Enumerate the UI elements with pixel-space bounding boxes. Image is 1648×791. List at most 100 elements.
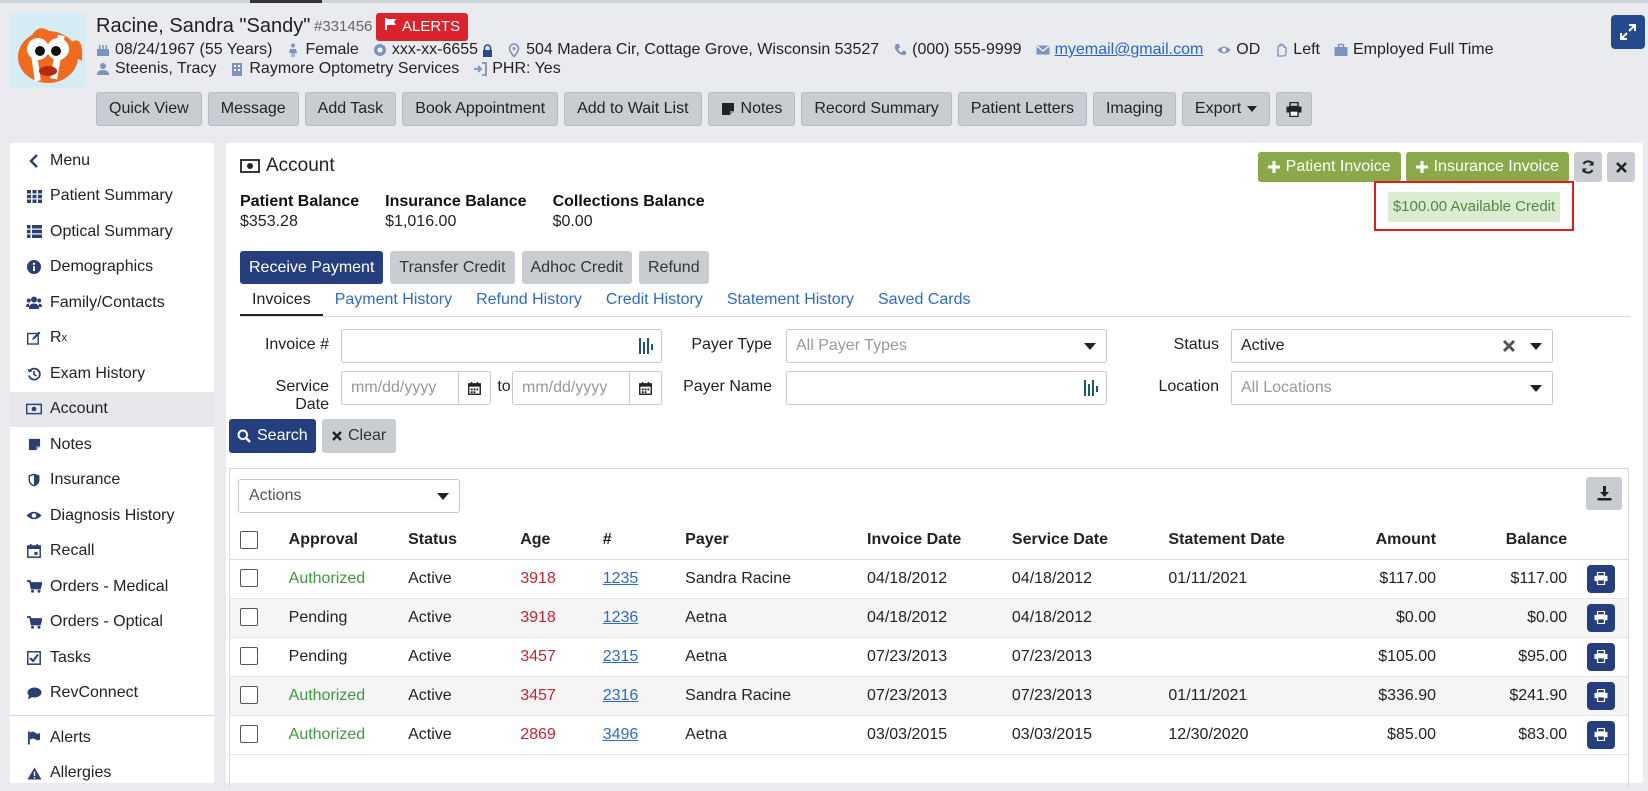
imaging-button[interactable]: Imaging	[1093, 92, 1176, 126]
payer-type-placeholder: All Payer Types	[796, 337, 907, 354]
sidebar-item-orders-optical[interactable]: Orders - Optical	[10, 605, 214, 641]
invoice-number-link[interactable]: 1235	[603, 570, 639, 587]
payer-type-select[interactable]: All Payer Types	[786, 329, 1107, 363]
export-dropdown[interactable]: Export	[1182, 92, 1270, 126]
invoice-number-link[interactable]: 3496	[603, 726, 639, 743]
amount-cell: $336.90	[1328, 676, 1446, 715]
receive-payment-button[interactable]: Receive Payment	[240, 251, 383, 284]
refresh-button[interactable]	[1574, 152, 1602, 182]
sidebar-item-optical-summary[interactable]: Optical Summary	[10, 214, 214, 250]
sidebar-item-demographics[interactable]: Demographics	[10, 250, 214, 286]
tab-statement-history[interactable]: Statement History	[715, 283, 866, 316]
record-summary-button[interactable]: Record Summary	[801, 92, 951, 126]
quick-view-button[interactable]: Quick View	[96, 92, 202, 126]
transfer-credit-button[interactable]: Transfer Credit	[390, 251, 514, 284]
row-print-button[interactable]	[1587, 604, 1615, 632]
calendar-button[interactable]	[629, 372, 661, 404]
email-link[interactable]: myemail@gmail.com	[1055, 41, 1204, 59]
expand-button[interactable]	[1611, 15, 1645, 49]
sidebar-item-label: Recall	[50, 542, 94, 560]
sidebar-item-patient-summary[interactable]: Patient Summary	[10, 179, 214, 215]
balance-label: Insurance Balance	[385, 193, 526, 211]
tab-credit-history[interactable]: Credit History	[594, 283, 715, 316]
invoice-number-label: Invoice #	[240, 336, 329, 354]
add-task-button[interactable]: Add Task	[305, 92, 397, 126]
adhoc-credit-button[interactable]: Adhoc Credit	[522, 251, 633, 284]
download-button[interactable]	[1586, 477, 1622, 510]
patient-letters-button[interactable]: Patient Letters	[958, 92, 1087, 126]
column-header[interactable]: Amount	[1328, 521, 1446, 559]
sidebar-item-family-contacts[interactable]: Family/Contacts	[10, 285, 214, 321]
sidebar-item-diagnosis-history[interactable]: Diagnosis History	[10, 498, 214, 534]
invoice-number-input[interactable]	[341, 329, 662, 363]
column-header[interactable]: Balance	[1446, 521, 1577, 559]
sidebar-item-orders-medical[interactable]: Orders - Medical	[10, 569, 214, 605]
row-print-button[interactable]	[1587, 682, 1615, 710]
column-header[interactable]: Statement Date	[1158, 521, 1327, 559]
balance-cell: $117.00	[1446, 559, 1577, 598]
row-print-button[interactable]	[1587, 565, 1615, 593]
add-to-wait-list-button[interactable]: Add to Wait List	[564, 92, 701, 126]
tab-invoices[interactable]: Invoices	[240, 283, 323, 316]
column-header[interactable]: Service Date	[1002, 521, 1159, 559]
row-checkbox[interactable]	[240, 647, 258, 665]
search-button[interactable]: Search	[229, 419, 316, 453]
sidebar-item-account[interactable]: Account	[10, 392, 214, 428]
location-select[interactable]: All Locations	[1231, 371, 1553, 405]
invoice-number-link[interactable]: 2316	[603, 687, 639, 704]
sidebar-item-recall[interactable]: Recall	[10, 534, 214, 570]
tab-saved-cards[interactable]: Saved Cards	[866, 283, 983, 316]
tab-payment-history[interactable]: Payment History	[323, 283, 464, 316]
age-cell: 3457	[510, 676, 592, 715]
sidebar-item-exam-history[interactable]: Exam History	[10, 356, 214, 392]
column-header[interactable]: Age	[510, 521, 592, 559]
clear-selection-icon[interactable]	[1502, 339, 1516, 353]
column-header[interactable]: Payer	[675, 521, 857, 559]
status-select[interactable]: Active	[1231, 329, 1553, 363]
sidebar-item-rx[interactable]: Rx	[10, 321, 214, 357]
sidebar-item-revconnect[interactable]: RevConnect	[10, 676, 214, 712]
invoice-date-cell: 07/23/2013	[857, 676, 1002, 715]
notes-button[interactable]: Notes	[708, 92, 796, 126]
row-checkbox[interactable]	[240, 608, 258, 626]
barcode-scan-icon[interactable]	[1084, 380, 1098, 396]
calendar-button[interactable]	[458, 372, 490, 404]
tab-refund-history[interactable]: Refund History	[464, 283, 594, 316]
payer-name-input[interactable]	[786, 371, 1107, 405]
row-print-button[interactable]	[1587, 721, 1615, 749]
invoice-number-link[interactable]: 2315	[603, 648, 639, 665]
row-print-button[interactable]	[1587, 643, 1615, 671]
insurance-invoice-button[interactable]: Insurance Invoice	[1406, 152, 1569, 182]
column-header[interactable]: #	[593, 521, 675, 559]
column-header[interactable]: Status	[398, 521, 510, 559]
invoice-number-link[interactable]: 1236	[603, 609, 639, 626]
lock-icon[interactable]	[482, 44, 493, 57]
actions-dropdown[interactable]: Actions	[238, 479, 460, 513]
alerts-button[interactable]: ALERTS	[376, 13, 468, 41]
row-checkbox[interactable]	[240, 569, 258, 587]
select-all-checkbox[interactable]	[240, 531, 258, 549]
row-checkbox[interactable]	[240, 686, 258, 704]
book-appointment-button[interactable]: Book Appointment	[402, 92, 558, 126]
refund-button[interactable]: Refund	[639, 251, 709, 284]
sidebar-item-tasks[interactable]: Tasks	[10, 640, 214, 676]
sidebar-item-allergies[interactable]: Allergies	[10, 756, 214, 791]
patient-invoice-button[interactable]: Patient Invoice	[1258, 152, 1401, 182]
sidebar-item-alerts[interactable]: Alerts	[10, 720, 214, 756]
service-date-from-input[interactable]: mm/dd/yyyy	[341, 371, 491, 405]
close-button[interactable]	[1607, 152, 1635, 182]
clear-button[interactable]: Clear	[322, 419, 396, 453]
print-button[interactable]	[1276, 92, 1312, 126]
barcode-scan-icon[interactable]	[639, 338, 653, 354]
sidebar-item-notes[interactable]: Notes	[10, 427, 214, 463]
service-date-to-input[interactable]: mm/dd/yyyy	[512, 371, 662, 405]
message-button[interactable]: Message	[208, 92, 299, 126]
search-icon	[237, 429, 251, 443]
sidebar-item-insurance[interactable]: Insurance	[10, 463, 214, 499]
sidebar-item-menu[interactable]: Menu	[10, 143, 214, 179]
row-checkbox[interactable]	[240, 725, 258, 743]
column-header[interactable]: Invoice Date	[857, 521, 1002, 559]
available-credit-badge[interactable]: $100.00 Available Credit	[1388, 192, 1560, 222]
column-header[interactable]: Approval	[279, 521, 398, 559]
sidebar-item-label: Tasks	[50, 649, 91, 667]
